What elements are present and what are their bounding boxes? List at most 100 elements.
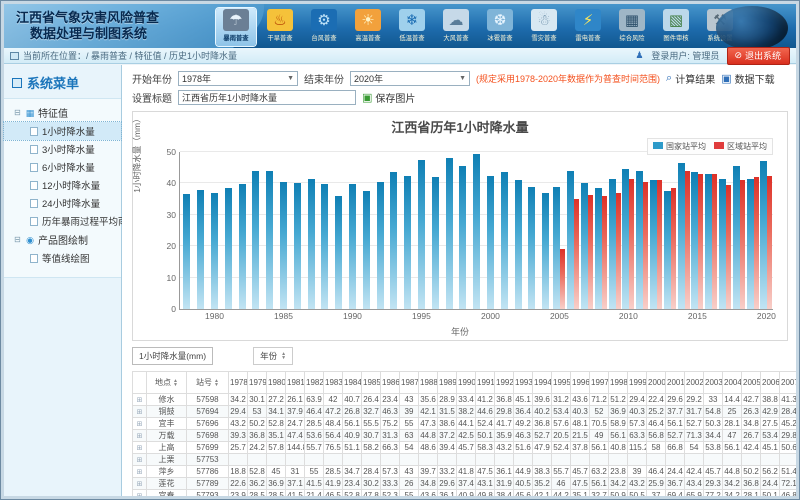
- bar-national-1990[interactable]: [349, 184, 356, 309]
- bar-regional-2017[interactable]: [726, 185, 731, 309]
- tree-node-1[interactable]: ⊟▦特征值: [4, 103, 121, 122]
- nav-item-8[interactable]: ☃雪灾普查: [524, 8, 564, 46]
- year-column-header-1985[interactable]: 1985: [362, 372, 381, 394]
- bar-national-2020[interactable]: [760, 161, 767, 309]
- tree-expander-icon[interactable]: ⊟: [14, 235, 22, 244]
- year-column-header-1995[interactable]: 1995: [552, 372, 571, 394]
- year-column-header-1997[interactable]: 1997: [590, 372, 609, 394]
- year-column-header-1987[interactable]: 1987: [400, 372, 419, 394]
- row-expand-icon[interactable]: ⊞: [137, 409, 143, 416]
- row-expand-icon[interactable]: ⊞: [137, 433, 143, 440]
- nav-item-2[interactable]: ♨干旱普查: [260, 8, 300, 46]
- row-expand-icon[interactable]: ⊞: [137, 481, 143, 488]
- sidebar-item[interactable]: 等值线绘图: [4, 249, 121, 267]
- nav-item-1[interactable]: ☂暴雨普查: [216, 8, 256, 46]
- year-column-header-1990[interactable]: 1990: [457, 372, 476, 394]
- bar-national-1980[interactable]: [211, 193, 218, 309]
- sidebar-item[interactable]: 3小时降水量: [4, 140, 121, 158]
- bar-regional-2012[interactable]: [657, 180, 662, 309]
- bar-regional-2008[interactable]: [602, 196, 607, 309]
- nav-item-11[interactable]: ▧图件审核: [656, 8, 696, 46]
- row-expand-icon[interactable]: ⊞: [137, 457, 143, 464]
- bar-national-2012[interactable]: [650, 180, 657, 309]
- bar-regional-2005[interactable]: [560, 249, 565, 309]
- bar-national-1983[interactable]: [252, 171, 259, 309]
- location-column-header[interactable]: 地点▲▼: [147, 372, 187, 394]
- year-column-header-1996[interactable]: 1996: [571, 372, 590, 394]
- bar-regional-2006[interactable]: [574, 199, 579, 309]
- bar-national-1987[interactable]: [308, 179, 315, 309]
- year-column-header-1998[interactable]: 1998: [609, 372, 628, 394]
- bar-national-1995[interactable]: [418, 160, 425, 309]
- bar-national-1986[interactable]: [294, 183, 301, 309]
- bar-national-1999[interactable]: [473, 154, 480, 309]
- bar-national-2014[interactable]: [678, 163, 685, 309]
- year-column-header-2003[interactable]: 2003: [704, 372, 723, 394]
- row-expand-icon[interactable]: ⊞: [137, 493, 143, 496]
- year-column-header-1991[interactable]: 1991: [476, 372, 495, 394]
- bar-national-1993[interactable]: [390, 172, 397, 309]
- bar-national-1994[interactable]: [404, 176, 411, 309]
- bar-national-1979[interactable]: [197, 190, 204, 309]
- year-column-header-1988[interactable]: 1988: [419, 372, 438, 394]
- end-year-select[interactable]: 2020年▼: [350, 71, 470, 86]
- bar-national-2019[interactable]: [747, 179, 754, 309]
- bar-national-2004[interactable]: [542, 193, 549, 309]
- year-column-header-1984[interactable]: 1984: [343, 372, 362, 394]
- bar-national-2001[interactable]: [501, 172, 508, 309]
- bar-national-2011[interactable]: [636, 171, 643, 309]
- bar-regional-2009[interactable]: [616, 193, 621, 309]
- row-expand-cell[interactable]: ⊞: [133, 394, 147, 406]
- year-column-header-1983[interactable]: 1983: [324, 372, 343, 394]
- save-image-button[interactable]: ▣ 保存图片: [362, 90, 415, 105]
- year-column-header-2000[interactable]: 2000: [647, 372, 666, 394]
- bar-national-1992[interactable]: [377, 182, 384, 309]
- bar-regional-2019[interactable]: [754, 177, 759, 309]
- bar-national-2009[interactable]: [609, 179, 616, 309]
- bar-regional-2015[interactable]: [698, 174, 703, 309]
- row-expand-cell[interactable]: ⊞: [133, 490, 147, 497]
- bar-national-2008[interactable]: [595, 188, 602, 309]
- sidebar-item[interactable]: 历年暴雨过程平均雨量: [4, 212, 121, 230]
- bar-national-2015[interactable]: [691, 172, 698, 309]
- year-column-header-1993[interactable]: 1993: [514, 372, 533, 394]
- year-column-header-1979[interactable]: 1979: [248, 372, 267, 394]
- year-column-header-2007[interactable]: 2007: [780, 372, 797, 394]
- bar-national-2005[interactable]: [553, 187, 560, 309]
- year-column-header-1981[interactable]: 1981: [286, 372, 305, 394]
- nav-item-10[interactable]: ▦综合风险: [612, 8, 652, 46]
- bar-national-1996[interactable]: [432, 177, 439, 309]
- nav-item-4[interactable]: ☀高温普查: [348, 8, 388, 46]
- year-column-header-1980[interactable]: 1980: [267, 372, 286, 394]
- bar-national-1981[interactable]: [225, 188, 232, 309]
- row-expand-cell[interactable]: ⊞: [133, 406, 147, 418]
- bar-national-2006[interactable]: [567, 171, 574, 309]
- bar-national-1997[interactable]: [446, 158, 453, 309]
- bar-national-2002[interactable]: [515, 180, 522, 309]
- bar-national-2016[interactable]: [705, 174, 712, 309]
- bar-national-2017[interactable]: [719, 179, 726, 309]
- bar-national-1988[interactable]: [321, 184, 328, 309]
- bar-regional-2020[interactable]: [767, 176, 772, 309]
- bar-national-1984[interactable]: [266, 171, 273, 309]
- bar-regional-2010[interactable]: [629, 179, 634, 309]
- row-expand-cell[interactable]: ⊞: [133, 430, 147, 442]
- chart-title-input[interactable]: 江西省历年1小时降水量: [178, 90, 356, 105]
- year-column-header-2001[interactable]: 2001: [666, 372, 685, 394]
- nav-item-9[interactable]: ⚡雷电普查: [568, 8, 608, 46]
- bar-national-1982[interactable]: [239, 184, 246, 309]
- bar-regional-2018[interactable]: [740, 180, 745, 309]
- year-column-header-1986[interactable]: 1986: [381, 372, 400, 394]
- bar-national-2003[interactable]: [528, 187, 535, 309]
- calc-result-button[interactable]: ⌕ 计算结果: [666, 71, 715, 86]
- sort-arrows-icon[interactable]: ▲▼: [173, 379, 178, 387]
- bar-regional-2016[interactable]: [712, 174, 717, 309]
- bar-national-1991[interactable]: [363, 191, 370, 309]
- start-year-select[interactable]: 1978年▼: [178, 71, 298, 86]
- row-expand-cell[interactable]: ⊞: [133, 442, 147, 454]
- year-column-header-1989[interactable]: 1989: [438, 372, 457, 394]
- bar-national-1998[interactable]: [459, 166, 466, 309]
- row-expand-cell[interactable]: ⊞: [133, 454, 147, 466]
- bar-regional-2013[interactable]: [671, 188, 676, 309]
- sidebar-item[interactable]: 1小时降水量: [4, 122, 121, 140]
